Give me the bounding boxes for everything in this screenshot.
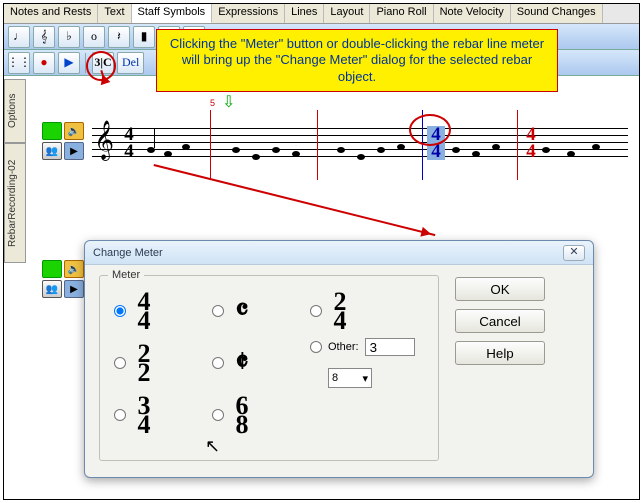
meter-option-6-8[interactable]: 68 [212, 396, 308, 435]
arrow-to-meter-button [100, 70, 106, 82]
tab-expressions[interactable]: Expressions [212, 4, 285, 23]
meter-option-2-2[interactable]: 22 [114, 344, 210, 383]
tab-notes-rests[interactable]: Notes and Rests [4, 4, 98, 23]
tb1-btn-3[interactable]: o [83, 26, 105, 48]
end-rebar-meter: 4 4 [522, 126, 540, 160]
meter-option-4-4[interactable]: 44 [114, 292, 210, 331]
start-meter-den: 4 [120, 143, 138, 160]
radio-2-4[interactable] [310, 305, 322, 317]
other-denominator-select[interactable]: 8 ▾ [328, 368, 372, 388]
track-1-solo-icon[interactable]: 👥 [42, 142, 62, 160]
dropdown-icon: ▾ [362, 372, 368, 385]
tab-text[interactable]: Text [98, 4, 131, 23]
tb1-btn-0[interactable]: ♩ [8, 26, 30, 48]
change-meter-dialog: Change Meter ✕ Meter 44 𝄴 24 [84, 240, 594, 478]
toolbar-separator [85, 53, 87, 73]
other-label: Other: [328, 341, 359, 353]
meter-option-cut[interactable]: 𝄵 [212, 352, 308, 375]
track-2-solo-icon[interactable]: 👥 [42, 280, 62, 298]
end-meter-den: 4 [522, 143, 540, 160]
tab-piano-roll[interactable]: Piano Roll [370, 4, 433, 23]
side-tab-rebar-recording[interactable]: RebarRecording-02 [4, 143, 26, 263]
radio-cut[interactable] [212, 357, 224, 369]
track-1-controls: 🔈 👥 ▶ [42, 122, 84, 160]
tb1-btn-1[interactable]: 𝄞 [33, 26, 55, 48]
meter-option-other[interactable]: Other: 8 ▾ [310, 338, 420, 388]
meter-option-2-4[interactable]: 24 [310, 292, 406, 331]
dialog-title: Change Meter [93, 247, 163, 259]
track-2-play-icon[interactable]: ▶ [64, 280, 84, 298]
radio-4-4[interactable] [114, 305, 126, 317]
dialog-titlebar[interactable]: Change Meter ✕ [85, 241, 593, 265]
other-denominator-value: 8 [332, 372, 338, 384]
tab-lines[interactable]: Lines [285, 4, 324, 23]
treble-clef-icon: 𝄞 [94, 122, 114, 160]
play-button[interactable]: ▶ [58, 52, 80, 74]
tab-staff-symbols[interactable]: Staff Symbols [132, 4, 213, 23]
track-1-mute-icon[interactable]: 🔈 [64, 122, 84, 140]
track-2-mute-icon[interactable]: 🔈 [64, 260, 84, 278]
radio-3-4[interactable] [114, 409, 126, 421]
tb1-btn-5[interactable]: ▮ [133, 26, 155, 48]
tb1-btn-4[interactable]: 𝄽 [108, 26, 130, 48]
main-tabs: Notes and Rests Text Staff Symbols Expre… [4, 4, 639, 24]
mid-meter-den: 4 [427, 143, 445, 160]
tb2-handle-icon[interactable]: ⋮⋮ [8, 52, 30, 74]
staff-start-meter[interactable]: 4 4 [120, 126, 138, 160]
selected-rebar[interactable] [422, 110, 423, 180]
meter-group-label: Meter [108, 269, 144, 281]
track-2-arm-icon[interactable] [42, 260, 62, 278]
cancel-button[interactable]: Cancel [455, 309, 545, 333]
rebar-line-meter[interactable]: 4 4 [427, 126, 445, 160]
close-button[interactable]: ✕ [563, 245, 585, 261]
record-button[interactable]: ● [33, 52, 55, 74]
tab-layout[interactable]: Layout [324, 4, 370, 23]
side-tab-options[interactable]: Options [4, 79, 26, 143]
side-tabs: Options RebarRecording-02 [4, 79, 26, 263]
green-down-arrow-icon: ⇩ [222, 92, 235, 112]
rebar-1-number: 5 [210, 98, 215, 108]
meter-option-common[interactable]: 𝄴 [212, 300, 308, 323]
help-callout: Clicking the "Meter" button or double-cl… [156, 29, 558, 92]
other-numerator-input[interactable] [365, 338, 415, 356]
track-2-controls: 🔈 👥 ▶ [42, 260, 84, 298]
tab-note-velocity[interactable]: Note Velocity [434, 4, 511, 23]
tab-sound-changes[interactable]: Sound Changes [511, 4, 603, 23]
radio-common[interactable] [212, 305, 224, 317]
meter-group: Meter 44 𝄴 24 [99, 275, 439, 461]
ok-button[interactable]: OK [455, 277, 545, 301]
tb1-btn-2[interactable]: ♭ [58, 26, 80, 48]
help-button[interactable]: Help [455, 341, 545, 365]
radio-6-8[interactable] [212, 409, 224, 421]
delete-button[interactable]: Del [117, 52, 144, 74]
radio-other[interactable] [310, 341, 322, 353]
track-1-play-icon[interactable]: ▶ [64, 142, 84, 160]
track-1-arm-icon[interactable] [42, 122, 62, 140]
radio-2-2[interactable] [114, 357, 126, 369]
meter-option-3-4[interactable]: 34 [114, 396, 210, 435]
